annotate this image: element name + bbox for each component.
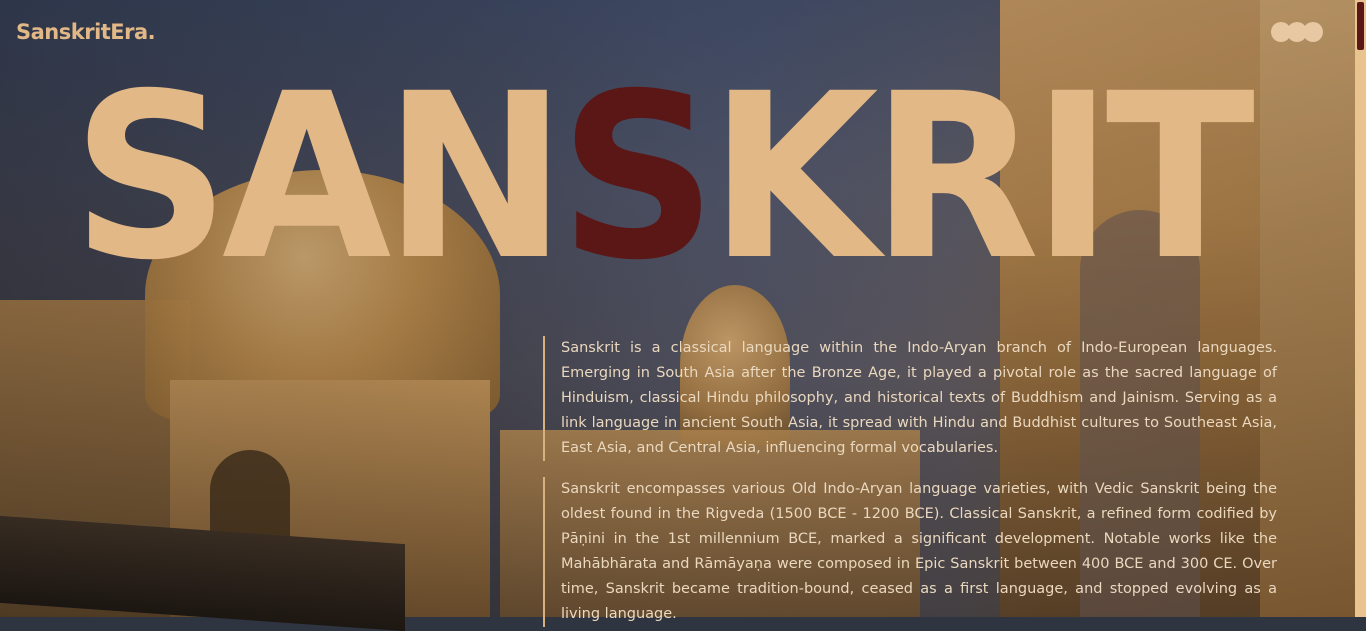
hero-title: SANSKRIT [72,63,1255,291]
hero-title-part: SAN [72,44,567,310]
intro-paragraph: Sanskrit is a classical language within … [543,336,1277,461]
menu-dot-icon [1303,22,1323,42]
scrollbar-track[interactable] [1355,0,1366,617]
scrollbar-thumb[interactable] [1357,2,1364,50]
hero-title-accent: S [559,44,717,310]
history-paragraph: Sanskrit encompasses various Old Indo-Ar… [543,477,1277,627]
site-logo[interactable]: SanskritEra. [16,20,156,44]
hero-title-part: KRIT [709,44,1255,310]
menu-button[interactable] [1271,22,1323,42]
